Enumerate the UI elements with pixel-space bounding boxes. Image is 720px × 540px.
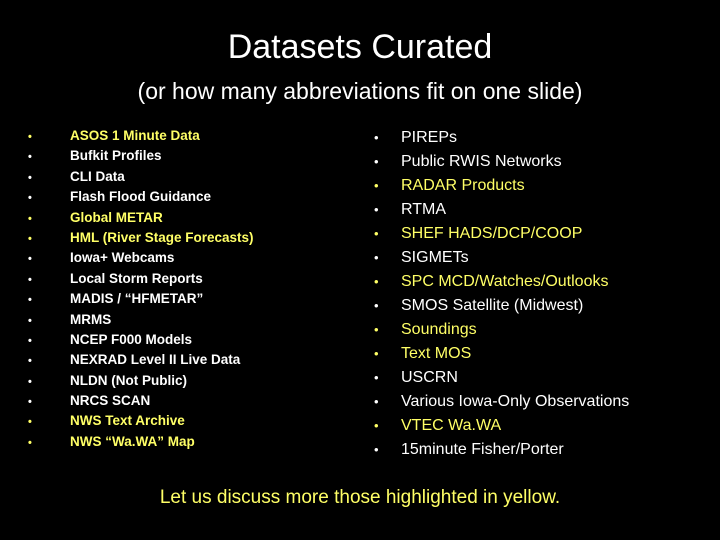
bullet-icon: •	[374, 154, 379, 169]
list-item: • Iowa+ Webcams	[28, 248, 254, 268]
bullet-icon: •	[374, 442, 379, 457]
bullet-icon: •	[374, 250, 379, 265]
bullet-icon: •	[374, 418, 379, 433]
bullet-icon: •	[28, 192, 32, 205]
list-item-label: Soundings	[401, 321, 477, 338]
bullet-icon: •	[28, 416, 32, 429]
bullet-icon: •	[28, 131, 32, 143]
bullet-icon: •	[28, 396, 32, 409]
bullet-icon: •	[374, 298, 379, 313]
list-item-label: SIGMETs	[401, 249, 469, 266]
list-item-label: NLDN (Not Public)	[70, 372, 187, 388]
list-item-label: MRMS	[70, 311, 112, 327]
list-item-label: NCEP F000 Models	[70, 331, 193, 347]
list-item: • Text MOS	[374, 342, 629, 366]
list-item: • Global METAR	[28, 208, 254, 228]
list-item: • HML (River Stage Forecasts)	[28, 228, 254, 248]
slide-title: Datasets Curated	[227, 28, 493, 66]
bullet-icon: •	[374, 394, 379, 409]
list-item: • SHEF HADS/DCP/COOP	[374, 222, 629, 246]
list-item-label: VTEC Wa.WA	[401, 417, 502, 434]
list-item: • Various Iowa-Only Observations	[374, 390, 629, 414]
list-item: • USCRN	[374, 366, 629, 390]
list-item-label: NRCS SCAN	[70, 393, 151, 409]
dataset-list-left: • ASOS 1 Minute Data • Bufkit Profiles • CLI …	[28, 126, 254, 452]
list-item-label: SMOS Satellite (Midwest)	[401, 297, 584, 314]
list-item-label: RADAR Products	[401, 177, 525, 194]
list-item: • RADAR Products	[374, 174, 629, 198]
bullet-icon: •	[28, 375, 32, 388]
list-item-label: NEXRAD Level II Live Data	[70, 352, 241, 368]
list-item: • NWS “Wa.WA” Map	[28, 432, 254, 452]
slide-footer: Let us discuss more those highlighted in…	[159, 487, 561, 508]
bullet-icon: •	[28, 253, 32, 266]
bullet-icon: •	[28, 171, 32, 184]
bullet-icon: •	[374, 346, 379, 361]
list-item: • Flash Flood Guidance	[28, 187, 254, 207]
bullet-icon: •	[28, 212, 32, 225]
bullet-icon: •	[28, 273, 32, 286]
list-item-label: NWS Text Archive	[70, 413, 185, 429]
bullet-icon: •	[374, 178, 379, 193]
bullet-icon: •	[28, 294, 32, 307]
bullet-icon: •	[28, 314, 32, 327]
list-item: • RTMA	[374, 198, 629, 222]
list-item-label: HML (River Stage Forecasts)	[70, 229, 254, 245]
list-item: • NWS Text Archive	[28, 411, 254, 431]
list-item: • 15minute Fisher/Porter	[374, 438, 629, 462]
list-item: • Public RWIS Networks	[374, 150, 629, 174]
bullet-icon: •	[374, 322, 379, 337]
list-item: • Soundings	[374, 318, 629, 342]
list-item-label: Public RWIS Networks	[401, 153, 562, 170]
list-item-label: PIREPs	[401, 129, 458, 146]
list-item: • PIREPs	[374, 126, 629, 150]
list-item-label: Iowa+ Webcams	[70, 250, 175, 266]
list-item-label: SPC MCD/Watches/Outlooks	[401, 273, 609, 290]
list-item-label: SHEF HADS/DCP/COOP	[401, 225, 583, 242]
list-item-label: 15minute Fisher/Porter	[401, 441, 564, 458]
list-item: • VTEC Wa.WA	[374, 414, 629, 438]
list-item-label: Bufkit Profiles	[70, 148, 162, 164]
list-item-label: Local Storm Reports	[70, 270, 203, 286]
list-item: • Local Storm Reports	[28, 269, 254, 289]
list-item: • MRMS	[28, 310, 254, 330]
list-item: • NEXRAD Level II Live Data	[28, 350, 254, 370]
bullet-icon: •	[374, 274, 379, 289]
bullet-icon: •	[374, 370, 379, 385]
list-item: • ASOS 1 Minute Data	[28, 126, 254, 146]
list-item: • MADIS / “HFMETAR”	[28, 289, 254, 309]
bullet-icon: •	[28, 151, 32, 164]
list-item-label: MADIS / “HFMETAR”	[70, 291, 204, 307]
bullet-icon: •	[374, 130, 379, 145]
list-item: • SPC MCD/Watches/Outlooks	[374, 270, 629, 294]
bullet-icon: •	[28, 436, 32, 449]
list-item-label: NWS “Wa.WA” Map	[70, 433, 195, 449]
slide-subtitle: (or how many abbreviations fit on one sl…	[137, 78, 583, 104]
bullet-icon: •	[374, 226, 379, 241]
list-item-label: Flash Flood Guidance	[70, 189, 212, 205]
list-item: • NLDN (Not Public)	[28, 371, 254, 391]
list-item: • NCEP F000 Models	[28, 330, 254, 350]
list-item: • SIGMETs	[374, 246, 629, 270]
list-item: • SMOS Satellite (Midwest)	[374, 294, 629, 318]
list-item: • NRCS SCAN	[28, 391, 254, 411]
bullet-icon: •	[28, 355, 32, 368]
list-item-label: Various Iowa-Only Observations	[401, 393, 630, 410]
list-item-label: CLI Data	[70, 168, 125, 184]
list-item-label: USCRN	[401, 369, 458, 386]
bullet-icon: •	[28, 334, 32, 347]
bullet-icon: •	[28, 232, 32, 245]
list-item-label: Text MOS	[401, 345, 472, 362]
list-item: • Bufkit Profiles	[28, 146, 254, 166]
bullet-icon: •	[374, 202, 379, 217]
list-item-label: Global METAR	[70, 209, 163, 225]
list-item: • CLI Data	[28, 167, 254, 187]
dataset-list-right: • PIREPs • Public RWIS Networks • RADAR Produ…	[374, 126, 629, 462]
list-item-label: ASOS 1 Minute Data	[70, 128, 200, 143]
list-item-label: RTMA	[401, 201, 447, 218]
